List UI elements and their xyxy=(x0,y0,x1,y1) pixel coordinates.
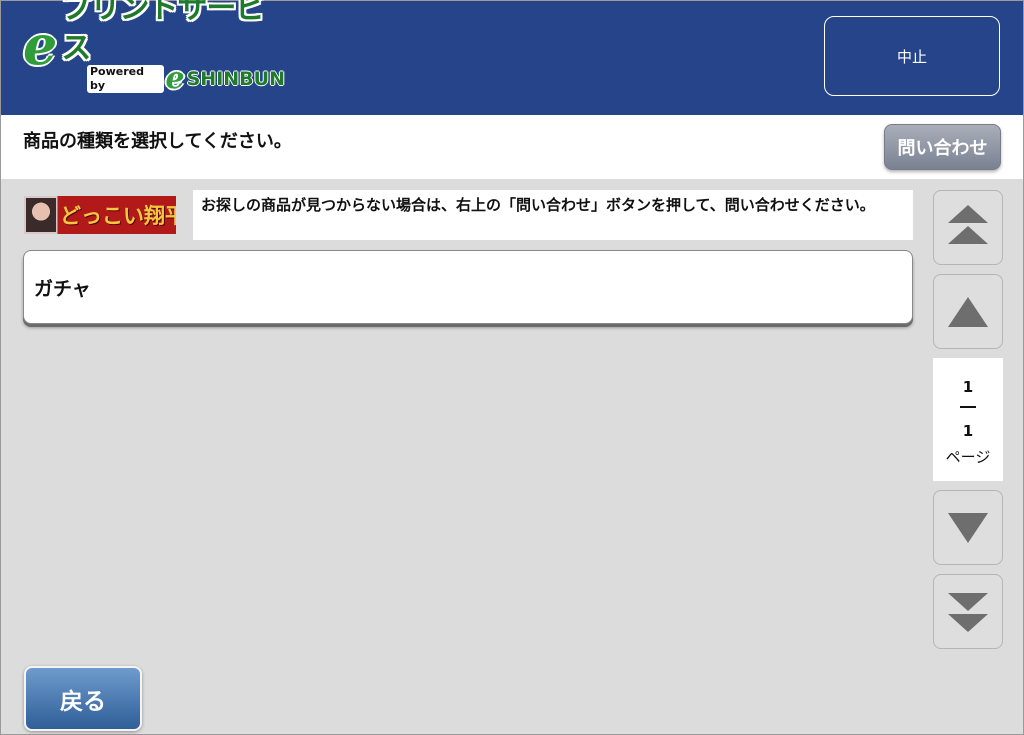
back-button[interactable]: 戻る xyxy=(24,666,142,731)
eprint-logo: e プリントサービス Powered by e SHINBUN xyxy=(23,0,285,96)
header: e プリントサービス Powered by e SHINBUN 中止 xyxy=(1,0,1023,115)
logo-main-text: プリントサービス xyxy=(61,0,265,66)
double-down-arrow-icon xyxy=(948,593,988,611)
instruction-bar: 商品の種類を選択してください。 問い合わせ xyxy=(1,115,1023,179)
double-up-arrow-icon-lower xyxy=(948,226,988,244)
page-divider xyxy=(960,406,976,408)
list-item-gacha[interactable]: ガチャ xyxy=(23,250,913,324)
double-up-arrow-icon xyxy=(948,205,988,223)
down-arrow-icon xyxy=(948,513,988,543)
promo-banner[interactable]: どっこい翔平 xyxy=(24,196,176,234)
page-current: 1 xyxy=(962,378,974,396)
page-indicator: 1 1 ページ xyxy=(933,358,1003,481)
page-total: 1 xyxy=(962,422,974,440)
logo-brand: SHINBUN xyxy=(186,68,285,90)
page-label: ページ xyxy=(945,448,991,466)
notice-text: お探しの商品が見つからない場合は、右上の「問い合わせ」ボタンを押して、問い合わせ… xyxy=(193,190,913,240)
up-arrow-icon xyxy=(948,297,988,327)
banner-portrait-icon xyxy=(26,198,56,232)
cancel-button[interactable]: 中止 xyxy=(824,16,1000,96)
double-down-arrow-icon-lower xyxy=(948,614,988,632)
logo-powered-by: Powered by xyxy=(87,65,164,93)
last-page-button[interactable] xyxy=(933,574,1003,649)
logo-e-icon: e xyxy=(23,13,58,77)
instruction-text: 商品の種類を選択してください。 xyxy=(23,131,292,152)
prev-page-button[interactable] xyxy=(933,274,1003,349)
first-page-button[interactable] xyxy=(933,190,1003,265)
contact-button[interactable]: 問い合わせ xyxy=(884,124,1001,170)
logo-e-small-icon: e xyxy=(165,61,185,96)
banner-text: どっこい翔平 xyxy=(60,204,176,228)
next-page-button[interactable] xyxy=(933,490,1003,565)
